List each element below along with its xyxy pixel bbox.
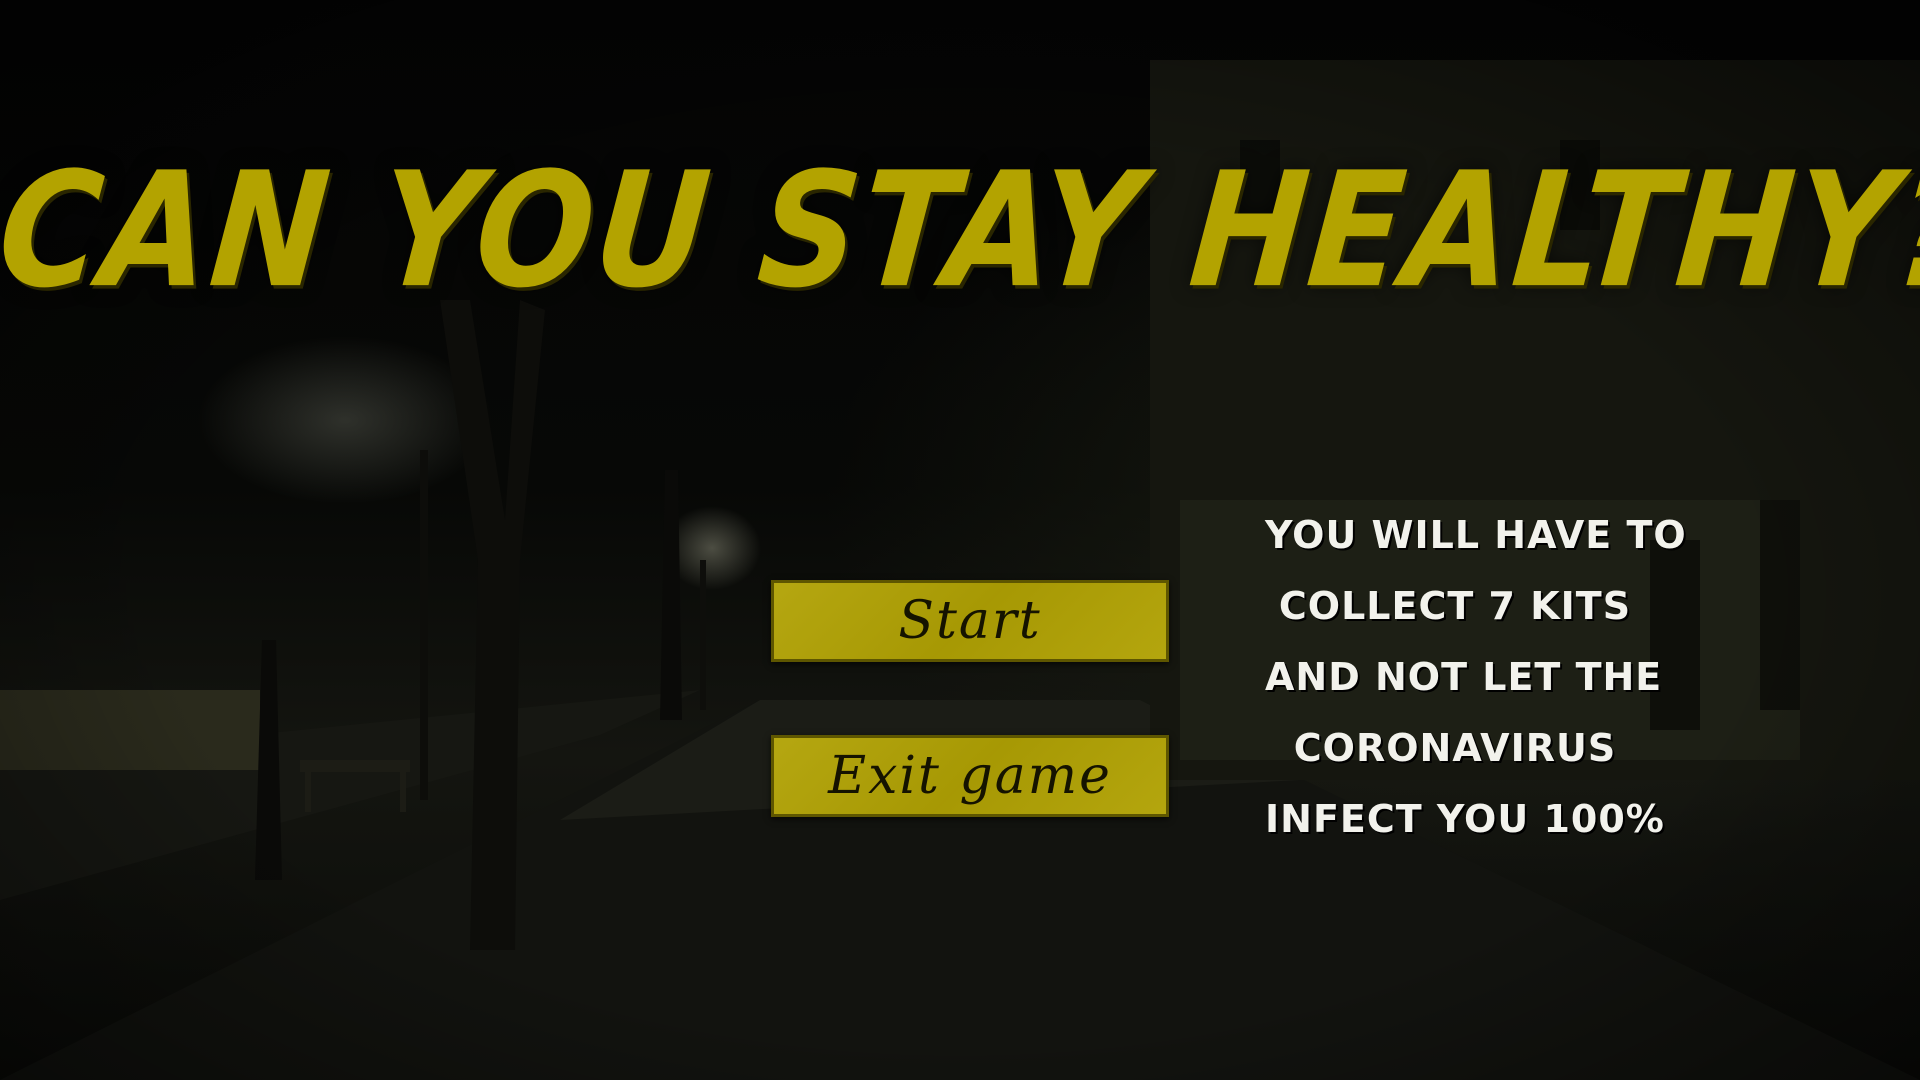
start-button-label: Start <box>898 591 1042 651</box>
exit-game-button-label: Exit game <box>828 746 1112 806</box>
instructions-line: CORONAVIRUS <box>1293 726 1617 770</box>
main-menu-screen: CAN YOU STAY HEALTHY? Start Exit game YO… <box>0 0 1920 1080</box>
instructions-text: YOU WILL HAVE TO COLLECT 7 KITS AND NOT … <box>1265 500 1687 855</box>
instructions-line: INFECT YOU 100% <box>1265 797 1665 841</box>
start-button[interactable]: Start <box>771 580 1169 662</box>
exit-game-button[interactable]: Exit game <box>771 735 1169 817</box>
instructions-line: COLLECT 7 KITS <box>1278 584 1632 628</box>
game-title: CAN YOU STAY HEALTHY? <box>0 137 1920 324</box>
instructions-line: AND NOT LET THE <box>1265 655 1663 699</box>
instructions-line: YOU WILL HAVE TO <box>1265 513 1687 557</box>
